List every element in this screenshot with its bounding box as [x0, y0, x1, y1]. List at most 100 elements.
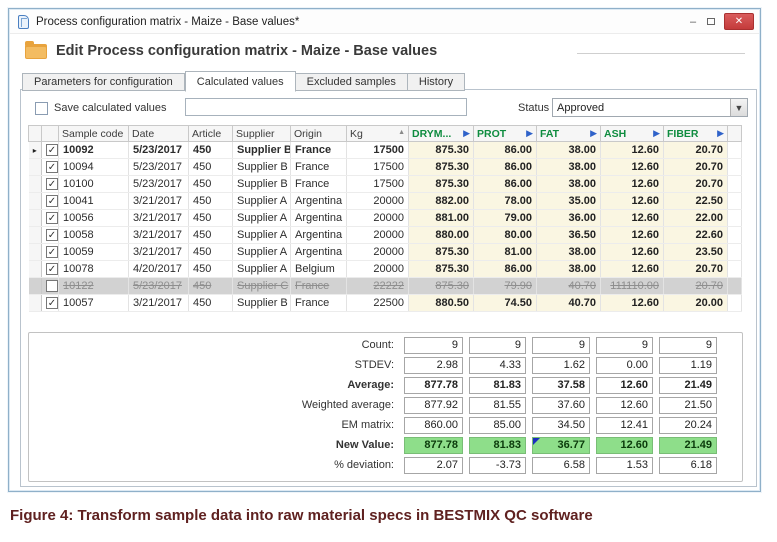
cell-origin[interactable]: Argentina	[290, 192, 347, 210]
cell-kg[interactable]: 17500	[346, 158, 409, 176]
cell-origin[interactable]: France	[290, 277, 347, 295]
play-icon[interactable]: ▶	[717, 128, 724, 139]
checkbox-cell[interactable]: ✓	[41, 175, 59, 193]
cell-origin[interactable]: Argentina	[290, 243, 347, 261]
status-dropdown[interactable]: Approved ▼	[552, 98, 748, 117]
cell-sample_code[interactable]: 10059	[58, 243, 129, 261]
cell-article[interactable]: 450	[188, 175, 233, 193]
include-sample-checkbox[interactable]: ✓	[46, 161, 58, 174]
cell-drym[interactable]: 875.30	[408, 175, 474, 193]
include-sample-checkbox[interactable]: ✓	[46, 195, 58, 208]
cell-date[interactable]: 4/20/2017	[128, 260, 189, 278]
cell-prot[interactable]: 78.00	[473, 192, 537, 210]
cell-supplier[interactable]: Supplier B	[232, 141, 291, 159]
cell-kg[interactable]: 22500	[346, 294, 409, 312]
calculated-values-input[interactable]	[185, 98, 467, 116]
cell-article[interactable]: 450	[188, 294, 233, 312]
cell-drym[interactable]: 875.30	[408, 158, 474, 176]
cell-kg[interactable]: 20000	[346, 260, 409, 278]
cell-date[interactable]: 5/23/2017	[128, 158, 189, 176]
include-sample-checkbox[interactable]: ✓	[46, 144, 58, 157]
checkbox-cell[interactable]: ✓	[41, 209, 59, 227]
cell-fiber[interactable]: 20.70	[663, 260, 728, 278]
cell-prot[interactable]: 79.00	[473, 209, 537, 227]
cell-kg[interactable]: 20000	[346, 243, 409, 261]
cell-kg[interactable]: 20000	[346, 226, 409, 244]
cell-kg[interactable]: 17500	[346, 175, 409, 193]
cell-ash[interactable]: 12.60	[600, 192, 664, 210]
cell-drym[interactable]: 880.00	[408, 226, 474, 244]
grid-header-ash[interactable]: ASH ▶	[600, 125, 664, 142]
new-value-cell[interactable]: 877.78	[404, 436, 463, 454]
cell-date[interactable]: 5/23/2017	[128, 277, 189, 295]
tab-history[interactable]: History	[407, 73, 466, 91]
grid-header-sample_code[interactable]: Sample code	[58, 125, 129, 142]
cell-ash[interactable]: 12.60	[600, 243, 664, 261]
cell-origin[interactable]: France	[290, 158, 347, 176]
cell-fat[interactable]: 35.00	[536, 192, 601, 210]
cell-fat[interactable]: 38.00	[536, 243, 601, 261]
include-sample-checkbox[interactable]: ✓	[46, 178, 58, 191]
cell-article[interactable]: 450	[188, 141, 233, 159]
cell-supplier[interactable]: Supplier C	[232, 277, 291, 295]
cell-date[interactable]: 3/21/2017	[128, 192, 189, 210]
include-sample-checkbox[interactable]: ✓	[46, 212, 58, 225]
cell-fat[interactable]: 38.00	[536, 175, 601, 193]
close-button[interactable]: ✕	[724, 13, 754, 30]
cell-prot[interactable]: 86.00	[473, 141, 537, 159]
cell-origin[interactable]: Argentina	[290, 209, 347, 227]
cell-drym[interactable]: 875.30	[408, 243, 474, 261]
cell-ash[interactable]: 12.60	[600, 294, 664, 312]
cell-supplier[interactable]: Supplier A	[232, 243, 291, 261]
cell-supplier[interactable]: Supplier A	[232, 209, 291, 227]
cell-drym[interactable]: 875.30	[408, 277, 474, 295]
cell-origin[interactable]: France	[290, 141, 347, 159]
minimize-button[interactable]: –	[684, 14, 702, 30]
cell-fat[interactable]: 40.70	[536, 277, 601, 295]
cell-ash[interactable]: 12.60	[600, 141, 664, 159]
cell-ash[interactable]: 111110.00	[600, 277, 664, 295]
checkbox-cell[interactable]: ✓	[41, 192, 59, 210]
cell-sample_code[interactable]: 10056	[58, 209, 129, 227]
play-icon[interactable]: ▶	[463, 128, 470, 139]
checkbox-cell[interactable]: ✓	[41, 260, 59, 278]
cell-article[interactable]: 450	[188, 260, 233, 278]
include-sample-checkbox[interactable]: ✓	[46, 229, 58, 242]
cell-ash[interactable]: 12.60	[600, 226, 664, 244]
tab-parameters-for-configuration[interactable]: Parameters for configuration	[22, 73, 185, 91]
checkbox-cell[interactable]	[41, 277, 59, 295]
cell-supplier[interactable]: Supplier B	[232, 294, 291, 312]
cell-fat[interactable]: 36.50	[536, 226, 601, 244]
cell-ash[interactable]: 12.60	[600, 158, 664, 176]
cell-fiber[interactable]: 23.50	[663, 243, 728, 261]
cell-prot[interactable]: 86.00	[473, 158, 537, 176]
grid-header-date[interactable]: Date	[128, 125, 189, 142]
cell-sample_code[interactable]: 10057	[58, 294, 129, 312]
checkbox-cell[interactable]: ✓	[41, 158, 59, 176]
cell-prot[interactable]: 79.90	[473, 277, 537, 295]
cell-sample_code[interactable]: 10094	[58, 158, 129, 176]
cell-ash[interactable]: 12.60	[600, 209, 664, 227]
cell-prot[interactable]: 74.50	[473, 294, 537, 312]
grid-header-fiber[interactable]: FIBER ▶	[663, 125, 728, 142]
cell-date[interactable]: 3/21/2017	[128, 209, 189, 227]
cell-prot[interactable]: 86.00	[473, 260, 537, 278]
cell-prot[interactable]: 86.00	[473, 175, 537, 193]
cell-kg[interactable]: 22222	[346, 277, 409, 295]
cell-drym[interactable]: 880.50	[408, 294, 474, 312]
maximize-button[interactable]	[702, 14, 720, 30]
cell-article[interactable]: 450	[188, 192, 233, 210]
cell-date[interactable]: 3/21/2017	[128, 243, 189, 261]
cell-fiber[interactable]: 20.00	[663, 294, 728, 312]
checkbox-cell[interactable]: ✓	[41, 243, 59, 261]
cell-fat[interactable]: 38.00	[536, 141, 601, 159]
cell-drym[interactable]: 875.30	[408, 260, 474, 278]
cell-supplier[interactable]: Supplier A	[232, 260, 291, 278]
new-value-cell[interactable]: 21.49	[659, 436, 717, 454]
cell-ash[interactable]: 12.60	[600, 175, 664, 193]
cell-origin[interactable]: Argentina	[290, 226, 347, 244]
cell-article[interactable]: 450	[188, 277, 233, 295]
checkbox-cell[interactable]: ✓	[41, 226, 59, 244]
cell-fiber[interactable]: 20.70	[663, 158, 728, 176]
play-icon[interactable]: ▶	[653, 128, 660, 139]
